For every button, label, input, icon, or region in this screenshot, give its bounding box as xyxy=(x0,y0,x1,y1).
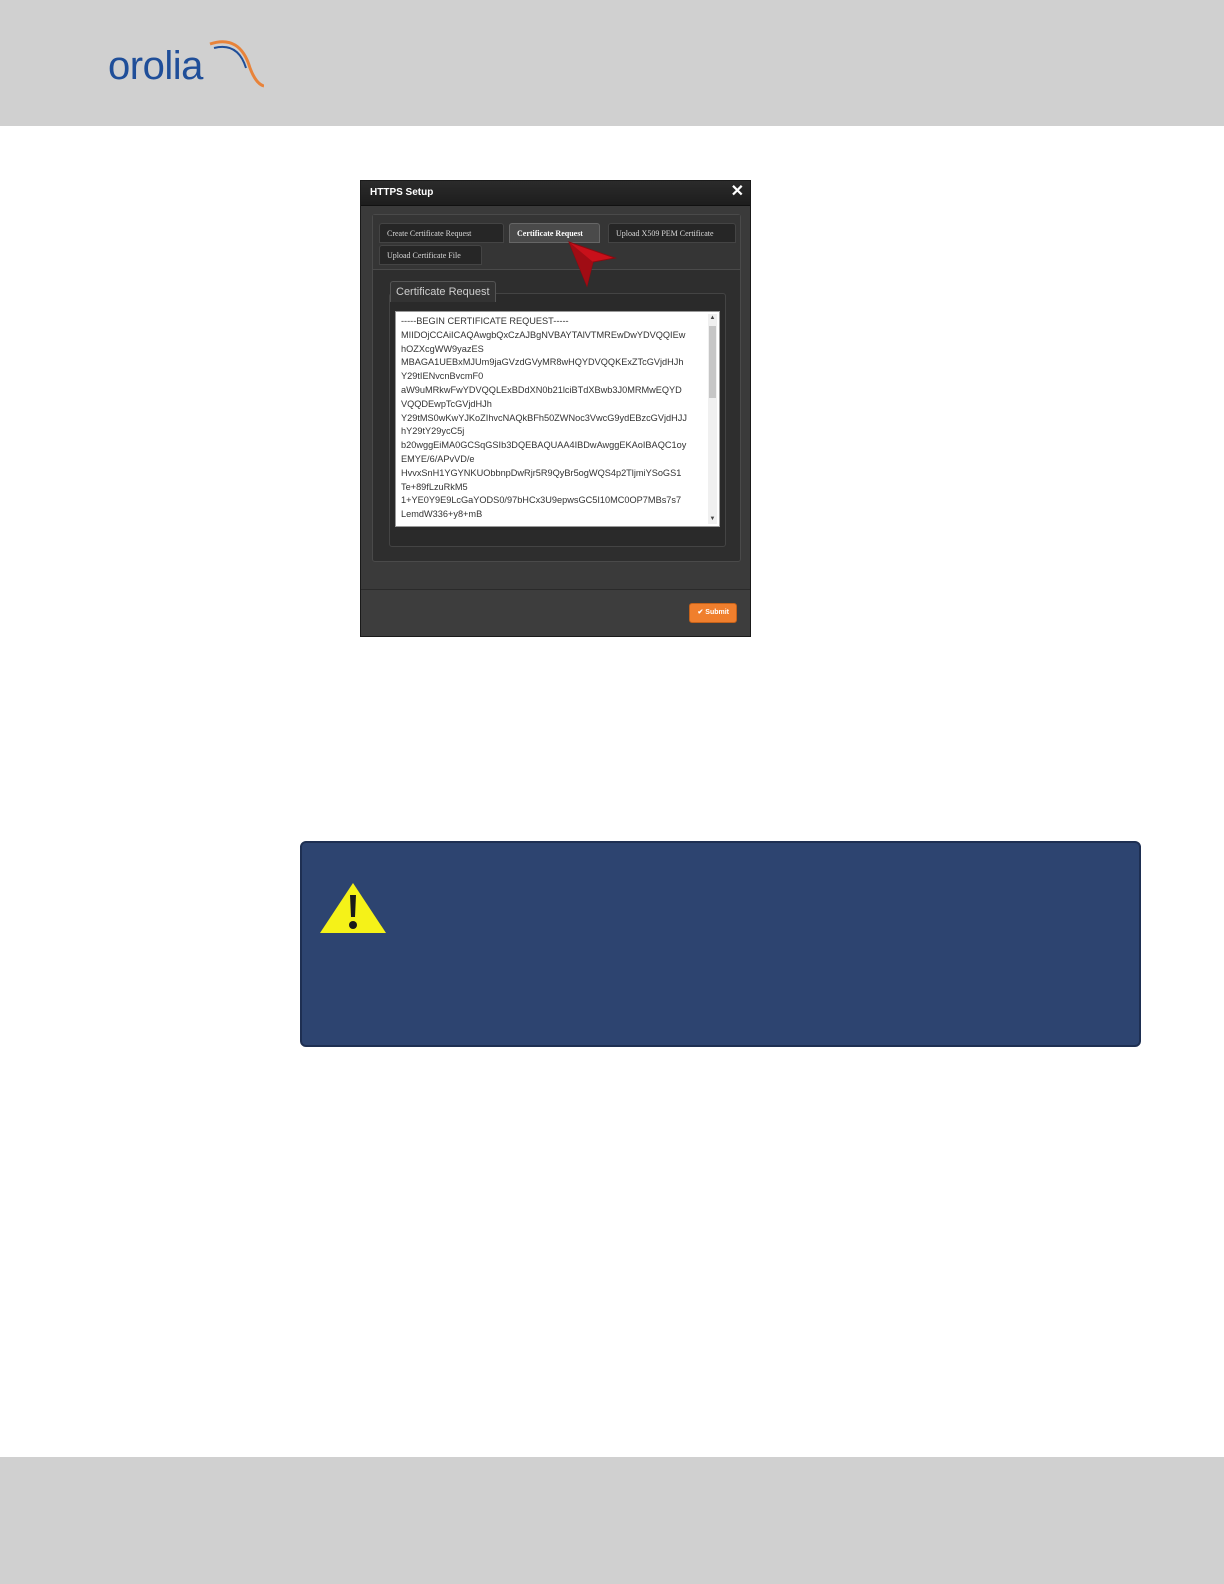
dialog-titlebar: HTTPS Setup ✕ xyxy=(361,181,750,206)
certificate-line: LemdW336+y8+mB xyxy=(401,509,483,520)
submit-button[interactable]: ✔ Submit xyxy=(689,603,737,623)
certificate-line: hY29tY29ycC5j xyxy=(401,426,465,437)
certificate-line: 1+YE0Y9E9LcGaYODS0/97bHCx3U9epwsGC5I10MC… xyxy=(401,495,682,506)
textarea-scrollbar[interactable]: ▲ ▼ xyxy=(708,314,717,524)
caution-box xyxy=(300,841,1141,1047)
certificate-line: MIIDOjCCAiICAQAwgbQxCzAJBgNVBAYTAlVTMREw… xyxy=(401,329,686,340)
https-setup-dialog: HTTPS Setup ✕ Create Certificate Request… xyxy=(360,180,751,637)
scroll-thumb[interactable] xyxy=(709,326,716,398)
warning-icon xyxy=(320,883,386,933)
tab-strip: Create Certificate Request Certificate R… xyxy=(373,215,740,270)
logo-wordmark: orolia xyxy=(108,44,203,88)
certificate-line: -----BEGIN CERTIFICATE REQUEST----- xyxy=(401,316,569,326)
close-icon[interactable]: ✕ xyxy=(731,183,744,201)
scroll-up-icon[interactable]: ▲ xyxy=(708,314,717,323)
certificate-line: HvvxSnH1YGYNKUObbnpDwRjr5R9QyBr5ogWQS4p2… xyxy=(401,467,682,478)
tab-upload-x509-pem-certificate[interactable]: Upload X509 PEM Certificate xyxy=(608,223,736,243)
dialog-title: HTTPS Setup xyxy=(370,187,434,198)
orolia-logo: orolia xyxy=(108,38,268,94)
page-footer xyxy=(0,1457,1224,1584)
certificate-text: -----BEGIN CERTIFICATE REQUEST----- MIID… xyxy=(401,315,701,522)
dialog-footer: ✔ Submit xyxy=(361,589,750,636)
certificate-line: Y29tIENvcnBvcmF0 xyxy=(401,371,484,382)
certificate-line: Te+89fLzuRkM5 xyxy=(401,481,468,492)
certificate-line: MBAGA1UEBxMJUm9jaGVzdGVyMR8wHQYDVQQKExZT… xyxy=(401,357,684,368)
dialog-body: Create Certificate Request Certificate R… xyxy=(372,214,741,562)
certificate-request-textarea[interactable]: -----BEGIN CERTIFICATE REQUEST----- MIID… xyxy=(395,311,720,527)
pointer-arrow-icon xyxy=(568,241,617,288)
certificate-line: EMYE/6/APvVD/e xyxy=(401,453,475,464)
panel-title: Certificate Request xyxy=(390,281,496,302)
tab-create-certificate-request[interactable]: Create Certificate Request xyxy=(379,223,504,243)
certificate-line: aW9uMRkwFwYDVQQLExBDdXN0b21lciBTdXBwb3J0… xyxy=(401,384,682,395)
certificate-line: VQQDEwpTcGVjdHJh xyxy=(401,398,492,409)
certificate-line: hOZXcgWW9yazES xyxy=(401,343,484,354)
certificate-line: Y29tMS0wKwYJKoZIhvcNAQkBFh50ZWNoc3VwcG9y… xyxy=(401,412,687,423)
scroll-down-icon[interactable]: ▼ xyxy=(708,515,717,524)
tab-upload-certificate-file[interactable]: Upload Certificate File xyxy=(379,245,482,265)
logo-swoosh-icon xyxy=(209,40,264,88)
page-header: orolia xyxy=(0,0,1224,126)
certificate-line: b20wggEiMA0GCSqGSIb3DQEBAQUAA4IBDwAwggEK… xyxy=(401,440,687,451)
